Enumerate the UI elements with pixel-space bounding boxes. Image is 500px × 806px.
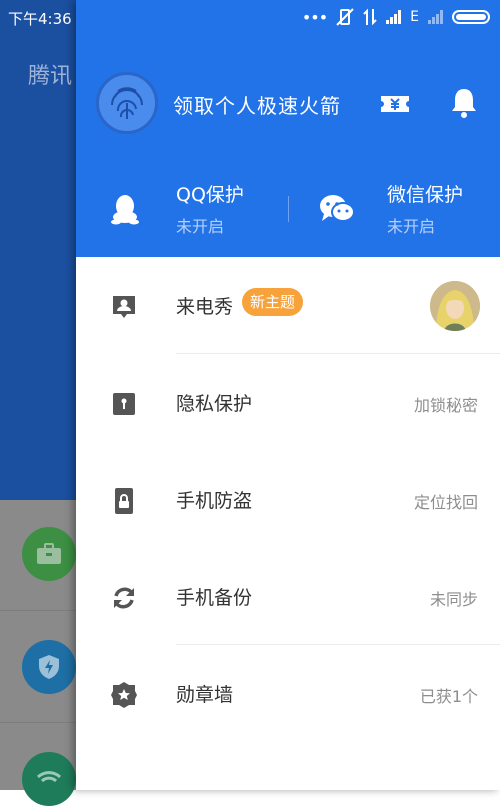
qq-penguin-icon [111,195,139,225]
wechat-icon [320,195,355,222]
menu-item-value: 加锁秘密 [413,396,478,415]
drawer-header: ••• E 领取个人极速火箭 QQ保护 未开启 微信保护 未开启 [76,0,500,257]
signal-strength-secondary-icon [428,10,443,24]
menu-item-value: 定位找回 [413,493,478,512]
menu-item-label: 隐私保护 [176,393,253,415]
battery-icon [452,10,490,24]
vibrate-icon [336,8,354,26]
ticket-icon[interactable] [379,88,411,120]
menu-item-value: 未同步 [429,590,478,609]
backup-sync-icon [114,587,134,609]
menu-item-label: 来电秀 [176,296,234,318]
qq-protection-status: 未开启 [176,217,225,236]
medal-icon [111,682,137,708]
menu-item-value: 已获1个 [419,687,478,706]
new-theme-badge: 新主题 [242,288,304,316]
status-icons: ••• E [302,6,490,28]
network-type-label: E [410,9,419,25]
wechat-protection-title: 微信保护 [387,184,464,206]
background-divider [0,610,76,611]
menu-item-backup[interactable]: 手机备份 未同步 [76,548,500,645]
qq-protection-title: QQ保护 [176,184,244,206]
status-time: 下午4:36 [8,10,72,28]
shield-lightning-icon[interactable] [22,640,76,694]
call-show-icon [113,296,135,318]
signal-strength-icon [386,10,402,24]
data-transfer-icon [363,8,377,26]
toolbox-icon[interactable] [22,527,76,581]
menu-item-anti-theft[interactable]: 手机防盗 定位找回 [76,451,500,548]
rocket-promo-text[interactable]: 领取个人极速火箭 [173,90,341,119]
wechat-protection-status: 未开启 [387,217,436,236]
menu-item-privacy[interactable]: 隐私保护 加锁秘密 [76,354,500,451]
wechat-protection-item[interactable]: 微信保护 未开启 [289,180,500,240]
background-divider [0,722,76,723]
more-dots-icon: ••• [301,7,328,27]
privacy-lock-icon [113,393,135,415]
qq-protection-item[interactable]: QQ保护 未开启 [76,180,288,240]
navigation-drawer: ••• E 领取个人极速火箭 QQ保护 未开启 微信保护 未开启 来电秀 新主题… [76,0,500,790]
wifi-icon[interactable] [22,752,76,806]
background-app-title: 腾讯 [28,64,73,89]
menu-item-label: 手机防盗 [176,490,253,512]
phone-antitheft-icon [115,488,133,514]
menu-item-medals[interactable]: 勋章墙 已获1个 [76,645,500,742]
bell-icon[interactable] [448,86,480,120]
call-show-avatar[interactable] [430,281,480,331]
fingerprint-avatar-icon[interactable] [96,72,158,134]
menu-item-label: 勋章墙 [176,684,234,706]
menu-item-label: 手机备份 [176,587,253,609]
